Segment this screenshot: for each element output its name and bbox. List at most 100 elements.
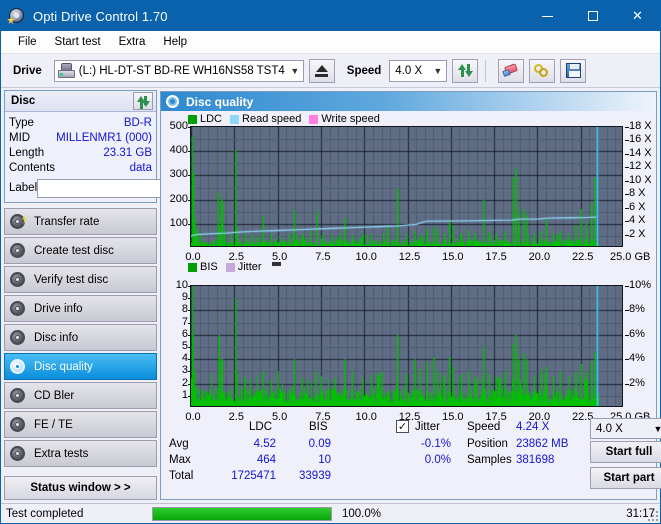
sidebar-item-fe-te[interactable]: FE / TE bbox=[4, 411, 157, 438]
test-speed-select[interactable]: 4.0 X ▼ bbox=[590, 418, 661, 439]
stats-row-total-label: Total bbox=[169, 470, 193, 482]
speed-stat-label: Speed bbox=[467, 421, 500, 433]
y-tick-mark bbox=[188, 286, 191, 287]
jitter-value-2: 0.0% bbox=[391, 454, 451, 466]
save-icon bbox=[566, 63, 581, 78]
bis-plot[interactable] bbox=[190, 285, 623, 407]
drive-toolbar: Drive (L:) HL-DT-ST BD-RE WH16NS58 TST4 … bbox=[1, 54, 660, 88]
stats-row-max-label: Max bbox=[169, 454, 191, 466]
legend-entry-ldc: LDC bbox=[188, 113, 222, 125]
menu-item-help[interactable]: Help bbox=[154, 34, 196, 50]
sidebar-item-label: Disc quality bbox=[34, 361, 93, 373]
y-tick-mark bbox=[188, 396, 191, 397]
sidebar-item-label: CD Bler bbox=[34, 390, 74, 402]
disc-icon bbox=[10, 388, 25, 403]
eject-button[interactable] bbox=[309, 59, 335, 83]
left-sidebar: Disc Type BD-R MID MILLENMR1 (000) bbox=[1, 88, 160, 503]
y2-tick-mark bbox=[625, 235, 629, 236]
app-window: Opti Drive Control 1.70 ✕ File Start tes… bbox=[0, 0, 661, 524]
nav-list: Transfer rate Create test disc Verify te… bbox=[4, 208, 157, 469]
y2-tick-label: 2% bbox=[629, 377, 661, 389]
disc-row-key: Length bbox=[9, 147, 44, 159]
disc-row-key: MID bbox=[9, 132, 30, 144]
sidebar-item-label: Drive info bbox=[34, 303, 83, 315]
y2-tick-mark bbox=[625, 194, 629, 195]
start-part-button[interactable]: Start part bbox=[590, 467, 661, 489]
drive-select[interactable]: (L:) HL-DT-ST BD-RE WH16NS58 TST4 ▼ bbox=[54, 60, 304, 82]
menu-item-start-test[interactable]: Start test bbox=[46, 34, 110, 50]
sidebar-item-verify-test-disc[interactable]: Verify test disc bbox=[4, 266, 157, 293]
menu-item-file[interactable]: File bbox=[9, 34, 46, 50]
jitter-checkbox[interactable]: ✓ bbox=[396, 420, 409, 433]
ldc-plot[interactable] bbox=[190, 126, 623, 247]
disc-quality-icon bbox=[166, 95, 179, 108]
y-tick-mark bbox=[188, 347, 191, 348]
disc-row-value: BD-R bbox=[124, 117, 152, 129]
ldc-chart-legend: LDC Read speed Write speed bbox=[188, 113, 388, 125]
legend-entry-write-speed: Write speed bbox=[309, 113, 380, 125]
eraser-icon bbox=[503, 64, 520, 78]
menu-item-extra[interactable]: Extra bbox=[110, 34, 155, 50]
legend-entry-bis: BIS bbox=[188, 261, 218, 273]
sidebar-item-extra-tests[interactable]: Extra tests bbox=[4, 440, 157, 467]
sidebar-item-disc-quality[interactable]: Disc quality bbox=[4, 353, 157, 380]
y-tick-mark bbox=[188, 323, 191, 324]
legend-label: Jitter bbox=[238, 261, 262, 273]
y-tick-label: 6 bbox=[163, 328, 188, 340]
jitter-checkbox-label: Jitter bbox=[415, 421, 440, 433]
legend-swatch-write-speed bbox=[309, 115, 318, 124]
main-body: Disc Type BD-R MID MILLENMR1 (000) bbox=[1, 88, 660, 503]
erase-button[interactable] bbox=[498, 59, 524, 83]
minimize-button[interactable] bbox=[525, 1, 570, 31]
close-button[interactable]: ✕ bbox=[615, 1, 660, 31]
right-content: Disc quality LDC Read speed bbox=[160, 88, 660, 503]
sidebar-item-cd-bler[interactable]: CD Bler bbox=[4, 382, 157, 409]
y2-tick-mark bbox=[625, 127, 629, 128]
sidebar-item-create-test-disc[interactable]: Create test disc bbox=[4, 237, 157, 264]
x-tick-label: 20.0 bbox=[519, 251, 559, 263]
sidebar-spacer bbox=[4, 469, 157, 472]
chevron-down-icon: ▼ bbox=[287, 61, 303, 81]
y-tick-mark bbox=[188, 359, 191, 360]
disc-icon bbox=[10, 330, 25, 345]
resize-grip-icon[interactable] bbox=[646, 509, 658, 521]
speed-select[interactable]: 4.0 X ▼ bbox=[389, 60, 447, 82]
disc-row-contents: Contents data bbox=[9, 160, 152, 175]
y-tick-label: 8 bbox=[163, 303, 188, 315]
y-tick-mark bbox=[188, 200, 191, 201]
legend-swatch-read-speed bbox=[230, 115, 239, 124]
plot-bot-canvas bbox=[191, 286, 623, 407]
sidebar-item-label: Create test disc bbox=[34, 245, 114, 257]
sidebar-item-transfer-rate[interactable]: Transfer rate bbox=[4, 208, 157, 235]
refresh-button[interactable] bbox=[452, 59, 478, 83]
disc-panel-title: Disc bbox=[11, 95, 35, 107]
y-tick-label: 2 bbox=[163, 377, 188, 389]
plot-top-canvas bbox=[191, 127, 623, 247]
start-full-button[interactable]: Start full bbox=[590, 441, 661, 463]
sidebar-item-drive-info[interactable]: Drive info bbox=[4, 295, 157, 322]
position-stat-value: 23862 MB bbox=[516, 438, 586, 450]
jitter-marker bbox=[272, 262, 281, 266]
y2-tick-label: 12 X bbox=[629, 160, 661, 172]
disc-icon bbox=[10, 301, 25, 316]
progress-bar bbox=[152, 507, 332, 521]
window-controls: ✕ bbox=[525, 1, 660, 31]
stats-row-max-ldc: 464 bbox=[211, 454, 276, 466]
disc-refresh-button[interactable] bbox=[133, 92, 153, 110]
legend-label: LDC bbox=[200, 113, 222, 125]
disc-row-value: MILLENMR1 (000) bbox=[56, 132, 152, 144]
stats-col-ldc: LDC bbox=[249, 421, 272, 433]
save-button[interactable] bbox=[560, 59, 586, 83]
y2-tick-mark bbox=[625, 140, 629, 141]
sidebar-item-disc-info[interactable]: Disc info bbox=[4, 324, 157, 351]
legend-entry-jitter: Jitter bbox=[226, 261, 262, 273]
link-button[interactable] bbox=[529, 59, 555, 83]
legend-label: Read speed bbox=[242, 113, 301, 125]
y2-tick-label: 14 X bbox=[629, 147, 661, 159]
y2-tick-label: 18 X bbox=[629, 120, 661, 132]
status-window-button[interactable]: Status window > > bbox=[4, 476, 157, 500]
panel-header: Disc quality bbox=[161, 92, 656, 111]
disc-icon bbox=[10, 272, 25, 287]
status-message: Test completed bbox=[1, 504, 147, 524]
maximize-button[interactable] bbox=[570, 1, 615, 31]
